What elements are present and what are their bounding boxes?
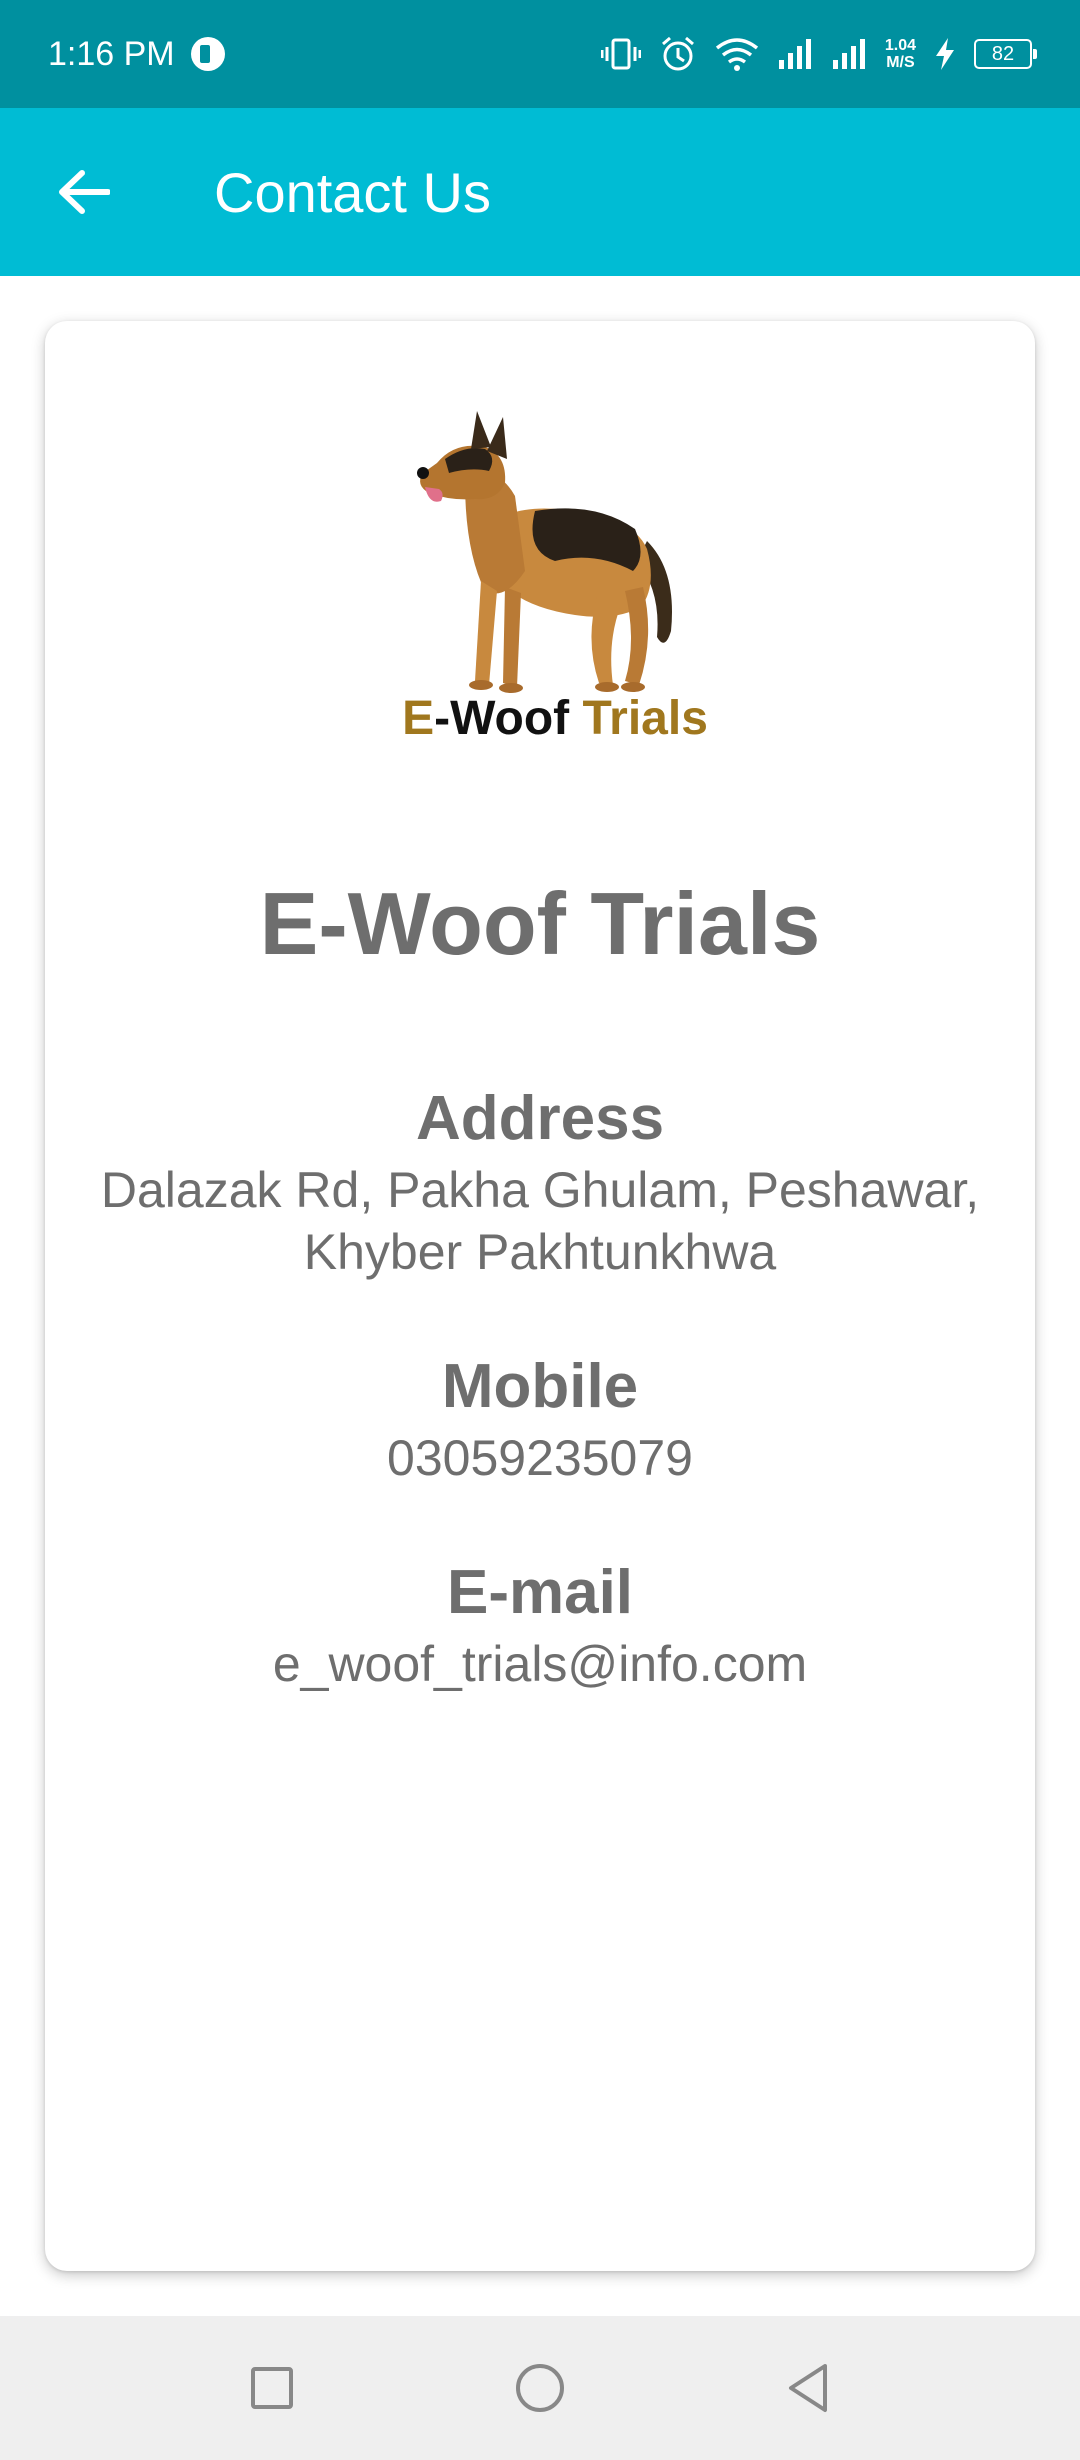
logo-text-woof: -Woof	[434, 692, 583, 745]
signal-icon-sim1	[778, 39, 811, 69]
address-line-1: Dalazak Rd, Pakha Ghulam, Peshawar,	[100, 1162, 980, 1218]
network-speed: 1.04 M/S	[885, 37, 916, 71]
recents-icon	[251, 2367, 293, 2409]
vibrate-icon	[600, 38, 641, 70]
company-logo: E-Woof Trials	[385, 401, 725, 761]
alarm-icon	[661, 36, 694, 71]
signal-icon-sim2	[832, 39, 865, 69]
status-bar: 1:16 PM 1.04 M/S 82	[0, 0, 1080, 108]
mobile-label: Mobile	[441, 1352, 639, 1421]
email-label: E-mail	[446, 1558, 634, 1627]
battery-indicator: 82	[974, 39, 1037, 69]
status-time: 1:16 PM	[48, 34, 175, 73]
network-speed-value: 1.04	[884, 37, 916, 54]
back-button[interactable]	[48, 156, 120, 228]
home-button[interactable]	[495, 2343, 585, 2433]
network-speed-unit: M/S	[886, 54, 915, 71]
contact-card: E-Woof Trials E-Woof Trials Address Dala…	[45, 321, 1035, 2271]
charging-icon	[936, 38, 954, 70]
content-area: E-Woof Trials E-Woof Trials Address Dala…	[0, 276, 1080, 2316]
logo-text-e: E	[402, 692, 435, 745]
system-nav-bar	[0, 2316, 1080, 2460]
status-left: 1:16 PM	[48, 35, 225, 74]
german-shepherd-logo-image	[417, 411, 672, 693]
recents-button[interactable]	[227, 2343, 317, 2433]
email-value[interactable]: e_woof_trials@info.com	[45, 1633, 1035, 1695]
address-label: Address	[415, 1084, 665, 1153]
status-right: 1.04 M/S 82	[600, 35, 1037, 73]
address-line-2: Khyber Pakhtunkhwa	[303, 1224, 777, 1280]
mobile-value[interactable]: 03059235079	[45, 1427, 1035, 1489]
logo-text: E-Woof Trials	[385, 691, 725, 746]
company-name: E-Woof Trials	[259, 874, 821, 973]
logo-text-trials: Trials	[582, 692, 708, 745]
home-icon	[516, 2364, 564, 2412]
system-back-button[interactable]	[763, 2343, 853, 2433]
arrow-left-icon	[59, 170, 110, 214]
notification-app-icon	[190, 37, 225, 71]
battery-level: 82	[991, 42, 1015, 65]
app-bar: Contact Us	[0, 108, 1080, 276]
wifi-icon	[715, 38, 758, 71]
back-triangle-icon	[789, 2364, 827, 2412]
page-title: Contact Us	[214, 160, 491, 224]
